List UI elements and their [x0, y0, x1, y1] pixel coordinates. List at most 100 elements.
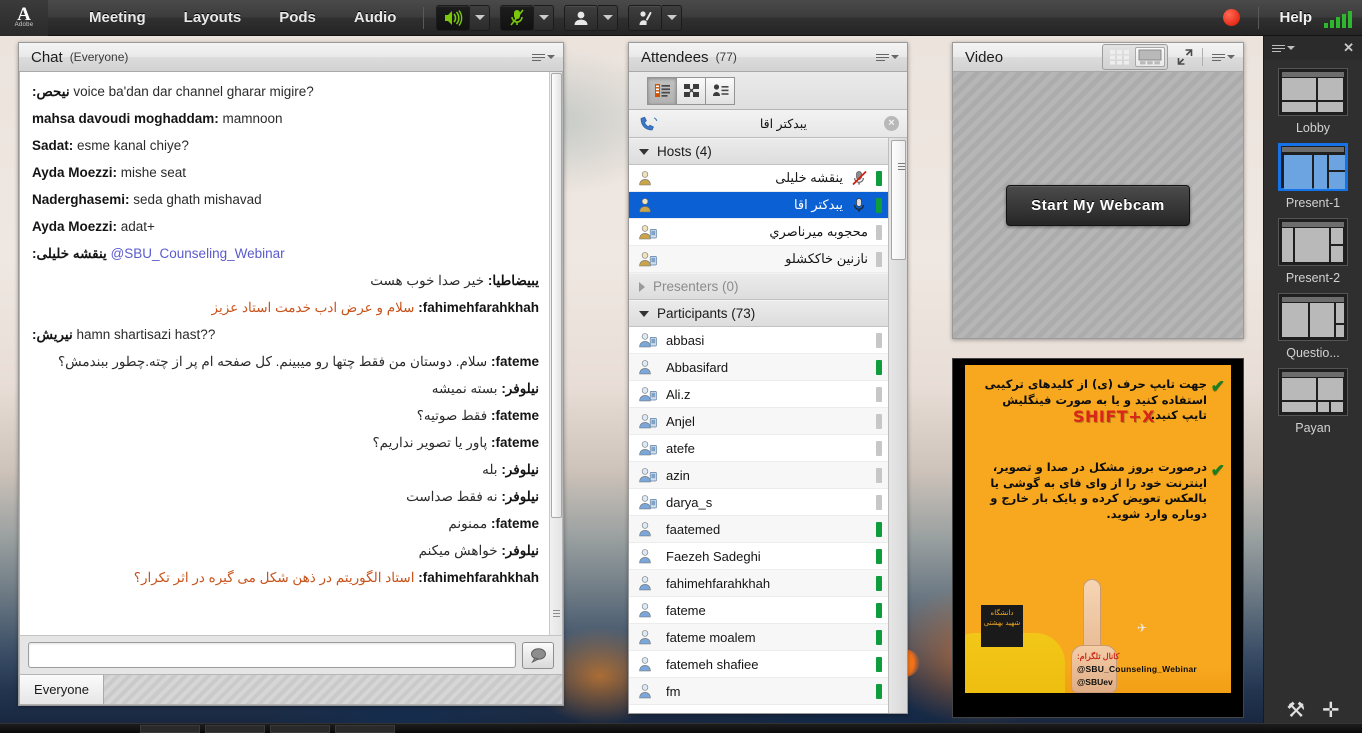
webcam-dropdown[interactable]	[598, 5, 618, 31]
video-pod: Video	[952, 42, 1244, 339]
attendee-group-label: Participants (73)	[657, 306, 755, 321]
chat-input[interactable]	[28, 642, 516, 668]
chat-message-author: نیریش:	[32, 327, 73, 342]
help-menu[interactable]: Help	[1267, 9, 1324, 26]
microphone-muted-icon	[508, 8, 526, 27]
video-fullscreen-button[interactable]	[1176, 48, 1194, 66]
attendee-row[interactable]: faatemed	[629, 516, 888, 543]
attendee-row[interactable]: ینقشه خلیلی	[629, 165, 888, 192]
chat-scrollbar-thumb[interactable]	[551, 73, 562, 518]
microphone-dropdown[interactable]	[534, 5, 554, 31]
attendee-audio-level	[876, 387, 882, 402]
attendee-group-header[interactable]: Hosts (4)	[629, 138, 888, 165]
layout-label: Payan	[1295, 421, 1330, 435]
attendee-row[interactable]: نازنین خاککشلو	[629, 246, 888, 273]
video-stage: Start My Webcam	[953, 72, 1243, 338]
attendee-name: Anjel	[666, 414, 868, 429]
raise-hand-dropdown[interactable]	[662, 5, 682, 31]
chat-send-button[interactable]	[522, 642, 554, 669]
attendee-group-header[interactable]: Participants (73)	[629, 300, 888, 327]
attendee-row[interactable]: Anjel	[629, 408, 888, 435]
participant-icon	[638, 548, 658, 565]
chat-message-author: fahimehfarahkhah:	[418, 570, 539, 585]
attendee-row[interactable]: fateme moalem	[629, 624, 888, 651]
attendee-name: ینقشه خلیلی	[666, 170, 843, 186]
attendee-row[interactable]: abbasi	[629, 327, 888, 354]
chat-scrollbar[interactable]	[549, 72, 562, 635]
video-pod-menu-icon[interactable]	[1212, 54, 1235, 61]
attendee-row[interactable]: fatemeh shafiee	[629, 651, 888, 678]
menu-audio[interactable]: Audio	[340, 5, 411, 30]
layout-label: Present-2	[1286, 271, 1340, 285]
mic-icon[interactable]	[851, 197, 868, 213]
layouts-list: Lobby Present-1 Present-2 Questio... Payan	[1264, 60, 1362, 687]
host-screen-icon	[638, 224, 658, 241]
attendee-name: یبدکتر اقا	[666, 197, 843, 213]
attendee-row[interactable]: fm	[629, 678, 888, 705]
speaker-dropdown[interactable]	[470, 5, 490, 31]
start-my-webcam-button[interactable]: Start My Webcam	[1006, 185, 1190, 226]
attendees-scrollbar[interactable]	[888, 138, 907, 713]
mic-muted-icon[interactable]	[851, 170, 868, 186]
chat-message-text: mishe seat	[117, 165, 186, 180]
menu-pods[interactable]: Pods	[265, 5, 330, 30]
chat-message-text: خواهش میکنم	[419, 543, 502, 558]
attendee-self-row: یبدکتر اقا ×	[629, 110, 907, 138]
attendees-scrollbar-thumb[interactable]	[891, 140, 906, 260]
chat-scrollbar-grip[interactable]	[553, 610, 560, 619]
attendee-row[interactable]: Abbasifard	[629, 354, 888, 381]
attendee-name: fateme	[666, 603, 868, 618]
attendees-scrollbar-grip[interactable]	[898, 163, 905, 172]
tools-icon[interactable]: ⚒	[1286, 698, 1305, 723]
menu-meeting[interactable]: Meeting	[75, 5, 160, 30]
layout-item-lobby[interactable]: Lobby	[1264, 68, 1362, 135]
attendee-row[interactable]: atefe	[629, 435, 888, 462]
filmstrip-layout-button[interactable]	[1135, 47, 1165, 67]
recording-dot-icon[interactable]	[1223, 9, 1240, 26]
attendee-row[interactable]: azin	[629, 462, 888, 489]
phone-icon	[639, 116, 658, 132]
attendee-row[interactable]: محجوبه میرناصري	[629, 219, 888, 246]
status-view-button[interactable]	[705, 77, 735, 105]
layout-item-payan[interactable]: Payan	[1264, 368, 1362, 435]
close-circle-icon[interactable]: ×	[884, 116, 899, 131]
layout-item-present-2[interactable]: Present-2	[1264, 218, 1362, 285]
slide-instruction-2: درصورت بروز مشکل در صدا و تصویر، اینترنت…	[979, 460, 1207, 522]
layout-thumbnail	[1278, 368, 1348, 416]
chat-message-text: adat+	[117, 219, 155, 234]
chat-tab-everyone[interactable]: Everyone	[20, 675, 104, 704]
attendee-row[interactable]: fateme	[629, 597, 888, 624]
collapse-icon[interactable]: ✕	[1343, 40, 1354, 56]
add-layout-icon[interactable]: ✛	[1322, 698, 1340, 723]
attendee-row[interactable]: darya_s	[629, 489, 888, 516]
microphone-button[interactable]	[500, 5, 534, 31]
raise-hand-button[interactable]	[628, 5, 662, 31]
layout-item-present-1[interactable]: Present-1	[1264, 143, 1362, 210]
attendees-view-toolbar	[629, 72, 907, 110]
chat-pod-menu-icon[interactable]	[532, 54, 555, 61]
attendee-row[interactable]: یبدکتر اقا	[629, 192, 888, 219]
speaker-button[interactable]	[436, 5, 470, 31]
grid-layout-icon	[1109, 49, 1131, 65]
shared-slide-image: ✔ جهت تایپ حرف (ی) از کلیدهای ترکیبی است…	[965, 365, 1231, 693]
attendee-row[interactable]: Ali.z	[629, 381, 888, 408]
attendee-row[interactable]: fahimehfarahkhah	[629, 570, 888, 597]
menu-layouts[interactable]: Layouts	[170, 5, 256, 30]
slide-telegram-block: کانال تلگرام: @SBU_Counseling_Webinar @S…	[1077, 652, 1197, 687]
attendee-row[interactable]: Faezeh Sadeghi	[629, 543, 888, 570]
attendee-audio-level	[876, 522, 882, 537]
layouts-sidebar-header: ✕	[1264, 36, 1362, 60]
attendees-pod-menu-icon[interactable]	[876, 54, 899, 61]
layouts-menu-icon[interactable]	[1272, 45, 1295, 52]
webcam-button[interactable]	[564, 5, 598, 31]
attendee-group-header[interactable]: Presenters (0)	[629, 273, 888, 300]
grid-view-button[interactable]	[676, 77, 706, 105]
chat-message-area: نیحص: voice ba'dan dar channel gharar mi…	[19, 72, 563, 635]
list-view-button[interactable]	[647, 77, 677, 105]
chat-message-text: @SBU_Counseling_Webinar	[107, 246, 285, 261]
attendee-name: محجوبه میرناصري	[666, 224, 868, 240]
layout-item-questio[interactable]: Questio...	[1264, 293, 1362, 360]
chat-message-author: Sadat:	[32, 138, 73, 153]
grid-layout-button[interactable]	[1105, 47, 1135, 67]
participant-icon	[638, 602, 658, 619]
